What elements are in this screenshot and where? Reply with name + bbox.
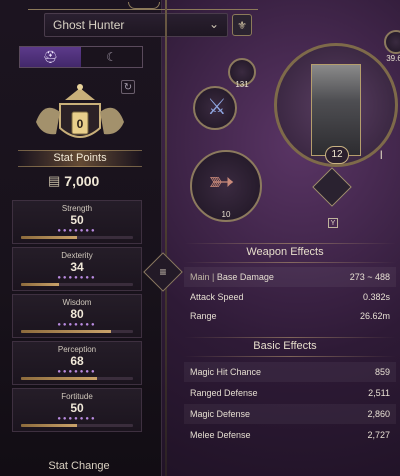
stat-progress-fill	[21, 330, 111, 333]
stat-progress-bar	[21, 330, 133, 333]
currency-row: ▤ 7,000	[48, 172, 99, 190]
bow-level: 10	[221, 210, 231, 219]
effect-value: 2,727	[367, 430, 390, 440]
stat-card-strength[interactable]: Strength 50 ●●●●●●●	[12, 200, 142, 244]
stat-progress-fill	[21, 424, 77, 427]
stat-progress-fill	[21, 283, 60, 286]
class-select[interactable]: Ghost Hunter ⌄	[44, 13, 228, 37]
gem-slot[interactable]	[312, 167, 352, 207]
basic-effect-row: Ranged Defense 2,511	[184, 383, 396, 403]
stat-card-dexterity[interactable]: Dexterity 34 ●●●●●●●	[12, 247, 142, 291]
effect-label: Magic Defense	[190, 409, 251, 419]
small-top-count: 131	[235, 80, 249, 89]
effect-value: 859	[374, 367, 390, 377]
weapon-effect-row: Attack Speed 0.382s	[184, 287, 396, 307]
crest-value: 0	[77, 117, 84, 131]
stat-name: Strength	[61, 204, 93, 213]
menu-icon: ≡	[159, 265, 167, 279]
stat-progress-fill	[21, 377, 98, 380]
stat-progress-fill	[21, 236, 77, 239]
stat-card-perception[interactable]: Perception 68 ●●●●●●●	[12, 341, 142, 385]
basic-effect-row: Magic Hit Chance 859	[184, 362, 396, 382]
stat-progress-bar	[21, 236, 133, 239]
stat-name: Perception	[57, 345, 97, 354]
stat-name: Dexterity	[61, 251, 93, 260]
effect-value: 26.62m	[359, 311, 390, 321]
stat-dots: ●●●●●●●	[57, 416, 97, 422]
stat-dots: ●●●●●●●	[57, 275, 97, 281]
currency-value: 7,000	[64, 173, 100, 189]
divider-line	[184, 243, 396, 244]
stat-points-label: Stat Points	[18, 150, 142, 167]
stat-dots: ●●●●●●●	[57, 322, 97, 328]
effect-value: 2,511	[368, 388, 390, 398]
stat-progress-bar	[21, 377, 133, 380]
stat-value: 34	[70, 260, 84, 274]
preset-icon-button[interactable]: ⚜	[232, 14, 252, 36]
dagger-icon: ⚔	[207, 94, 227, 119]
weapon-level: 12	[325, 146, 349, 164]
stat-dots: ●●●●●●●	[57, 369, 97, 375]
gear-slot-bow[interactable]: ➳ 10	[190, 150, 262, 222]
weapon-display-icon	[311, 64, 361, 156]
basic-effect-row: Melee Defense 2,727	[184, 425, 396, 445]
weapon-tier: I	[379, 148, 383, 162]
stat-progress-bar	[21, 424, 133, 427]
top-frame	[28, 0, 258, 10]
divider-line	[184, 356, 396, 357]
coin-stack-icon: ▤	[48, 173, 61, 188]
effect-value: 273 ~ 488	[349, 272, 390, 282]
mode-tabs: ⛑ ☾	[19, 46, 143, 68]
effect-label: Main | Base Damage	[190, 272, 274, 282]
stat-card-fortitude[interactable]: Fortitude 50 ●●●●●●●	[12, 388, 142, 432]
stat-change-button[interactable]: Stat Change	[0, 460, 158, 476]
top-right-count: 39.6	[386, 54, 400, 63]
helmet-icon: ⛑	[42, 50, 59, 64]
hotkey-y: Y	[328, 218, 338, 228]
stat-crest-icon: 0	[36, 84, 124, 138]
stat-dots: ●●●●●●●	[57, 228, 97, 234]
sickle-icon: ☾	[106, 50, 117, 64]
panel-divider	[165, 0, 167, 476]
stat-value: 50	[70, 213, 84, 227]
divider-line	[184, 337, 396, 338]
weapon-effect-row: Main | Base Damage 273 ~ 488	[184, 267, 396, 287]
effect-label: Melee Defense	[190, 430, 251, 440]
gear-slot-helm[interactable]: 131	[228, 58, 256, 89]
gear-slot-dagger[interactable]: ⚔	[193, 86, 237, 130]
class-select-label: Ghost Hunter	[53, 18, 125, 32]
weapon-effect-row: Range 26.62m	[184, 306, 396, 326]
effect-label: Magic Hit Chance	[190, 367, 262, 377]
main-weapon-slot[interactable]: 12 I	[274, 43, 398, 167]
stat-progress-bar	[21, 283, 133, 286]
stat-value: 68	[70, 354, 84, 368]
effect-label: Ranged Defense	[190, 388, 258, 398]
effect-value: 2,860	[367, 409, 390, 419]
effect-value: 0.382s	[362, 292, 390, 302]
gear-slot-top-right[interactable]: 39.6	[384, 30, 400, 63]
stat-name: Fortitude	[61, 392, 93, 401]
tab-sickle[interactable]: ☾	[81, 47, 142, 67]
tab-helmet[interactable]: ⛑	[20, 47, 81, 67]
effect-label: Attack Speed	[190, 292, 244, 302]
stat-card-wisdom[interactable]: Wisdom 80 ●●●●●●●	[12, 294, 142, 338]
stat-value: 80	[70, 307, 84, 321]
divider-line	[184, 262, 396, 263]
stat-name: Wisdom	[62, 298, 92, 307]
basic-effect-row: Magic Defense 2,860	[184, 404, 396, 424]
bow-icon: ➳	[208, 163, 235, 199]
effect-label: Range	[190, 311, 217, 321]
chevron-down-icon: ⌄	[208, 17, 219, 31]
stat-value: 50	[70, 401, 84, 415]
